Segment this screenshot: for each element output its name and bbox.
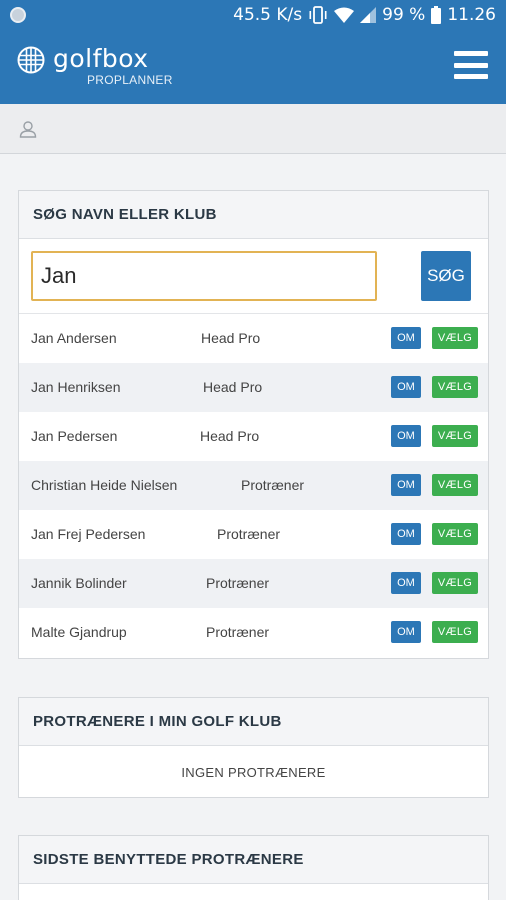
trainer-name: Jan Henriksen: [31, 379, 121, 395]
trainer-name: Malte Gjandrup: [31, 624, 127, 640]
menu-line: [454, 74, 488, 79]
result-row: Jan Andersen Head Pro OM VÆLG: [19, 314, 488, 363]
cell-signal-icon: [360, 7, 377, 23]
search-results-list: Jan Andersen Head Pro OM VÆLG Jan Henriksen H…: [19, 314, 488, 657]
result-row: Jan Frej Pedersen Protræner OM VÆLG: [19, 510, 488, 559]
trainer-role: Protræner: [206, 575, 270, 591]
notification-dot-icon: [10, 7, 26, 23]
user-bar: [0, 104, 506, 154]
select-button[interactable]: VÆLG: [432, 572, 478, 594]
about-button[interactable]: OM: [391, 376, 421, 398]
trainer-name: Jannik Bolinder: [31, 575, 127, 591]
about-button[interactable]: OM: [391, 572, 421, 594]
trainer-role: Head Pro: [203, 379, 263, 395]
result-row: Malte Gjandrup Protræner OM VÆLG: [19, 608, 488, 657]
clock: 11.26: [447, 5, 496, 25]
logo-text: golfbox: [53, 44, 149, 73]
user-icon[interactable]: [19, 120, 37, 138]
trainer-role: Head Pro: [201, 330, 261, 346]
trainer-name: Christian Heide Nielsen: [31, 477, 178, 493]
about-button[interactable]: OM: [391, 425, 421, 447]
search-panel-title: SØG NAVN ELLER KLUB: [19, 191, 488, 239]
trainer-name: Jan Frej Pedersen: [31, 526, 146, 542]
trainer-name: Jan Pedersen: [31, 428, 118, 444]
status-indicators: 45.5 K/s 99 % 11.26: [233, 5, 496, 25]
select-button[interactable]: VÆLG: [432, 621, 478, 643]
about-button[interactable]: OM: [391, 474, 421, 496]
menu-line: [454, 51, 488, 56]
trainer-role: Protræner: [206, 624, 270, 640]
trainer-name: Jan Andersen: [31, 330, 117, 346]
result-row: Jannik Bolinder Protræner OM VÆLG: [19, 559, 488, 608]
result-row: Jan Pedersen Head Pro OM VÆLG: [19, 412, 488, 461]
status-bar: 45.5 K/s 99 % 11.26: [0, 0, 506, 30]
club-panel-title: PROTRÆNERE I MIN GOLF KLUB: [19, 698, 488, 746]
club-trainers-panel: PROTRÆNERE I MIN GOLF KLUB INGEN PROTRÆN…: [18, 697, 489, 798]
about-button[interactable]: OM: [391, 523, 421, 545]
trainer-role: Head Pro: [200, 428, 260, 444]
select-button[interactable]: VÆLG: [432, 327, 478, 349]
hamburger-menu-icon[interactable]: [454, 48, 488, 82]
battery-icon: [431, 6, 442, 24]
select-button[interactable]: VÆLG: [432, 474, 478, 496]
vibrate-icon: [309, 6, 327, 24]
about-button[interactable]: OM: [391, 327, 421, 349]
about-button[interactable]: OM: [391, 621, 421, 643]
wifi-icon: [334, 7, 355, 23]
result-row: Christian Heide Nielsen Protræner OM VÆLG: [19, 461, 488, 510]
golfbox-logo: golfbox PROPLANNER: [17, 46, 173, 87]
empty-message: INGEN PROTRÆNERE: [181, 764, 326, 780]
recent-trainers-panel: SIDSTE BENYTTEDE PROTRÆNERE: [18, 835, 489, 900]
logo-subtitle: PROPLANNER: [87, 73, 173, 87]
search-input[interactable]: [31, 251, 377, 301]
select-button[interactable]: VÆLG: [432, 376, 478, 398]
search-panel: SØG NAVN ELLER KLUB SØG Jan Andersen Head…: [18, 190, 489, 659]
search-button[interactable]: SØG: [421, 251, 471, 301]
select-button[interactable]: VÆLG: [432, 523, 478, 545]
trainer-role: Protræner: [241, 477, 305, 493]
result-row: Jan Henriksen Head Pro OM VÆLG: [19, 363, 488, 412]
menu-line: [454, 62, 488, 68]
select-button[interactable]: VÆLG: [432, 425, 478, 447]
battery-percentage: 99 %: [382, 5, 426, 25]
network-speed: 45.5 K/s: [233, 5, 303, 25]
search-row: SØG: [19, 239, 488, 314]
recent-panel-title: SIDSTE BENYTTEDE PROTRÆNERE: [19, 836, 488, 884]
golf-ball-icon: [17, 46, 45, 74]
trainer-role: Protræner: [217, 526, 281, 542]
app-bar: golfbox PROPLANNER: [0, 30, 506, 104]
